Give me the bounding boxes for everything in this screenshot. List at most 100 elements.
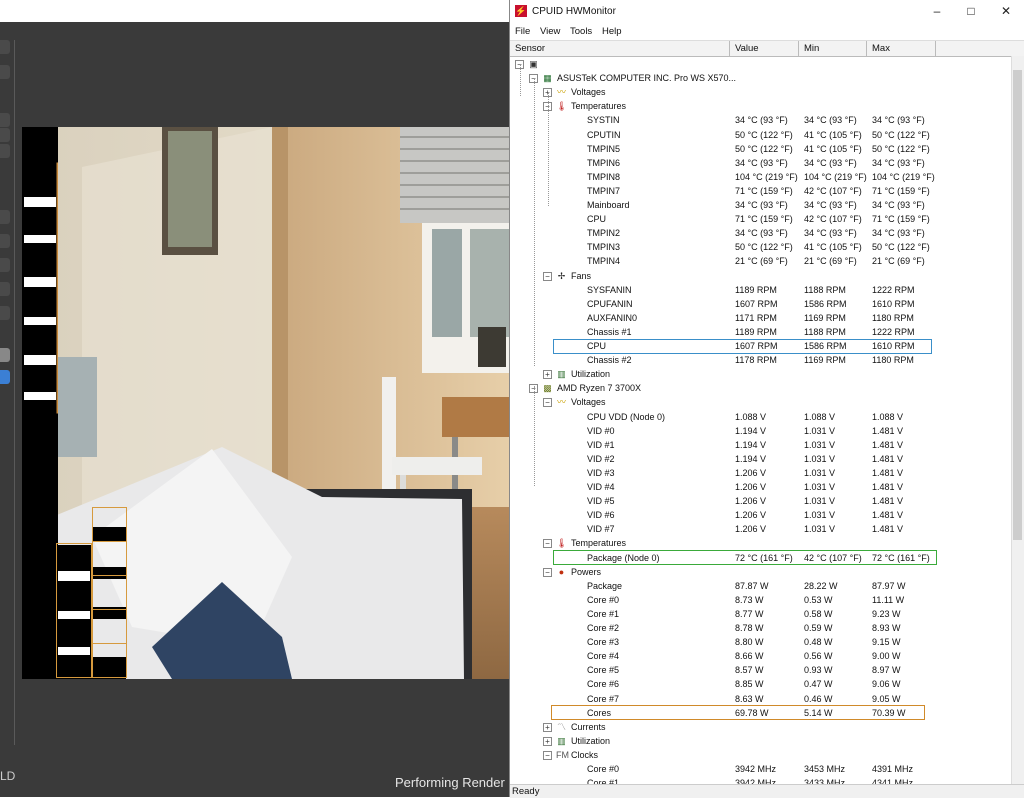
sensor-label: Core #6 — [587, 679, 620, 690]
tool-button[interactable] — [0, 306, 10, 320]
sensor-value: 1.088 V — [735, 411, 767, 422]
tool-button[interactable] — [0, 65, 10, 79]
sensor-tree[interactable]: − ▣ − ▦ ASUSTeK COMPUTER INC. Pro WS X570...… — [510, 56, 1011, 784]
collapse-icon[interactable]: − — [543, 750, 552, 760]
sensor-row[interactable]: CPU VDD (Node 0) 1.088 V 1.088 V 1.088 V — [510, 410, 1011, 424]
sensor-label: Temperatures — [571, 101, 627, 112]
sensor-row[interactable]: TMPIN2 34 °C (93 °F) 34 °C (93 °F) 34 °C (9… — [510, 226, 1011, 240]
category-row[interactable]: − 🌡 Temperatures — [510, 99, 1011, 113]
sensor-row[interactable]: TMPIN6 34 °C (93 °F) 34 °C (93 °F) 34 °C (9… — [510, 156, 1011, 170]
sensor-min: 34 °C (93 °F) — [804, 200, 857, 210]
collapse-icon[interactable]: − — [543, 567, 552, 577]
sensor-row[interactable]: TMPIN4 21 °C (69 °F) 21 °C (69 °F) 21 °C (6… — [510, 254, 1011, 268]
column-sensor[interactable]: Sensor — [515, 43, 545, 55]
sensor-min: 1.031 V — [804, 482, 836, 492]
sensor-row[interactable]: Cores 69.78 W 5.14 W 70.39 W — [510, 706, 1011, 720]
sensor-row[interactable]: Core #0 3942 MHz 3453 MHz 4391 MHz — [510, 762, 1011, 776]
collapse-icon[interactable]: − — [543, 539, 552, 549]
category-row[interactable]: − 〰 Voltages — [510, 395, 1011, 409]
category-row[interactable]: + ▥ Utilization — [510, 367, 1011, 381]
sensor-row[interactable]: AUXFANIN0 1171 RPM 1169 RPM 1180 RPM — [510, 311, 1011, 325]
collapse-icon[interactable]: − — [543, 271, 552, 281]
status-bar: Ready — [510, 784, 1024, 798]
sensor-row[interactable]: VID #0 1.194 V 1.031 V 1.481 V — [510, 424, 1011, 438]
sensor-row[interactable]: TMPIN3 50 °C (122 °F) 41 °C (105 °F) 50 °C … — [510, 240, 1011, 254]
sensor-row[interactable]: Core #4 8.66 W 0.56 W 9.00 W — [510, 649, 1011, 663]
column-max[interactable]: Max — [872, 43, 890, 55]
sensor-row[interactable]: CPU 1607 RPM 1586 RPM 1610 RPM — [510, 339, 1011, 353]
tool-button[interactable] — [0, 234, 10, 248]
title-bar[interactable]: ⚡ CPUID HWMonitor – □ ✕ — [510, 0, 1024, 23]
check-icon[interactable] — [0, 144, 10, 158]
sensor-row[interactable]: SYSFANIN 1189 RPM 1188 RPM 1222 RPM — [510, 283, 1011, 297]
sensor-row[interactable]: Core #5 8.57 W 0.93 W 8.97 W — [510, 663, 1011, 677]
sensor-row[interactable]: Chassis #1 1189 RPM 1188 RPM 1222 RPM — [510, 325, 1011, 339]
menu-help[interactable]: Help — [602, 26, 622, 37]
sensor-row[interactable]: Package 87.87 W 28.22 W 87.97 W — [510, 579, 1011, 593]
sensor-row[interactable]: Package (Node 0) 72 °C (161 °F) 42 °C (107… — [510, 551, 1011, 565]
expand-icon[interactable]: + — [543, 722, 552, 732]
sensor-row[interactable]: Core #7 8.63 W 0.46 W 9.05 W — [510, 692, 1011, 706]
menu-tools[interactable]: Tools — [570, 26, 592, 37]
device-row[interactable]: − ▩ AMD Ryzen 7 3700X — [510, 381, 1011, 395]
maximize-button[interactable]: □ — [956, 3, 986, 20]
sensor-row[interactable]: VID #1 1.194 V 1.031 V 1.481 V — [510, 438, 1011, 452]
close-button[interactable]: ✕ — [991, 3, 1021, 20]
sensor-max: 34 °C (93 °F) — [872, 115, 925, 126]
category-row[interactable]: − 🌡 Temperatures — [510, 536, 1011, 550]
voltage-icon: 〰 — [556, 87, 566, 98]
scrollbar-thumb[interactable] — [1013, 70, 1022, 540]
sensor-row[interactable]: Core #6 8.85 W 0.47 W 9.06 W — [510, 677, 1011, 691]
sensor-max: 1180 RPM — [872, 312, 914, 323]
device-row[interactable]: − ▦ ASUSTeK COMPUTER INC. Pro WS X570... — [510, 71, 1011, 85]
sensor-row[interactable]: Core #1 3942 MHz 3433 MHz 4341 MHz — [510, 776, 1011, 784]
sensor-row[interactable]: TMPIN7 71 °C (159 °F) 42 °C (107 °F) 71 °C … — [510, 184, 1011, 198]
tool-button[interactable] — [0, 282, 10, 296]
sensor-row[interactable]: VID #4 1.206 V 1.031 V 1.481 V — [510, 480, 1011, 494]
tree-guide-line — [520, 64, 521, 96]
column-min[interactable]: Min — [804, 43, 819, 55]
tool-button[interactable] — [0, 113, 10, 127]
sensor-row[interactable]: VID #5 1.206 V 1.031 V 1.481 V — [510, 494, 1011, 508]
sensor-row[interactable]: Core #2 8.78 W 0.59 W 8.93 W — [510, 621, 1011, 635]
category-row[interactable]: + 〰 Voltages — [510, 85, 1011, 99]
sensor-row[interactable]: Core #1 8.77 W 0.58 W 9.23 W — [510, 607, 1011, 621]
minimize-button[interactable]: – — [922, 3, 952, 20]
sensor-row[interactable]: Core #3 8.80 W 0.48 W 9.15 W — [510, 635, 1011, 649]
column-value[interactable]: Value — [735, 43, 759, 55]
sensor-row[interactable]: VID #2 1.194 V 1.031 V 1.481 V — [510, 452, 1011, 466]
sensor-row[interactable]: TMPIN8 104 °C (219 °F) 104 °C (219 °F) 104 … — [510, 170, 1011, 184]
sensor-row[interactable]: Mainboard 34 °C (93 °F) 34 °C (93 °F) 34 °C… — [510, 198, 1011, 212]
sensor-row[interactable]: TMPIN5 50 °C (122 °F) 41 °C (105 °F) 50 °C … — [510, 142, 1011, 156]
category-row[interactable]: + ▥ Utilization — [510, 734, 1011, 748]
menu-view[interactable]: View — [540, 26, 560, 37]
sensor-row[interactable]: SYSTIN 34 °C (93 °F) 34 °C (93 °F) 34 °C (9… — [510, 113, 1011, 127]
collapse-icon[interactable]: − — [543, 398, 552, 408]
tool-button[interactable] — [0, 40, 10, 54]
tool-button[interactable] — [0, 348, 10, 362]
expand-icon[interactable]: + — [543, 736, 552, 746]
category-row[interactable]: − FM Clocks — [510, 748, 1011, 762]
sensor-row[interactable]: CPU 71 °C (159 °F) 42 °C (107 °F) 71 °C (15… — [510, 212, 1011, 226]
sensor-row[interactable]: VID #3 1.206 V 1.031 V 1.481 V — [510, 466, 1011, 480]
tool-button-active[interactable] — [0, 370, 10, 384]
expand-icon[interactable]: + — [543, 370, 552, 380]
category-row[interactable]: + 〽 Currents — [510, 720, 1011, 734]
tool-button[interactable] — [0, 210, 10, 224]
sensor-row[interactable]: CPUFANIN 1607 RPM 1586 RPM 1610 RPM — [510, 297, 1011, 311]
tool-button[interactable] — [0, 258, 10, 272]
category-row[interactable]: − ● Powers — [510, 565, 1011, 579]
sensor-row[interactable]: VID #6 1.206 V 1.031 V 1.481 V — [510, 508, 1011, 522]
check-icon[interactable] — [0, 128, 10, 142]
sensor-row[interactable]: CPUTIN 50 °C (122 °F) 41 °C (105 °F) 50 °C … — [510, 128, 1011, 142]
category-row[interactable]: − ✢ Fans — [510, 269, 1011, 283]
sensor-row[interactable]: VID #7 1.206 V 1.031 V 1.481 V — [510, 522, 1011, 536]
root-row[interactable]: − ▣ — [510, 57, 1011, 71]
sensor-label: Voltages — [571, 397, 606, 408]
sensor-row[interactable]: Chassis #2 1178 RPM 1169 RPM 1180 RPM — [510, 353, 1011, 367]
menu-file[interactable]: File — [515, 26, 530, 37]
tree-guide-line — [548, 92, 549, 206]
sensor-row[interactable]: Core #0 8.73 W 0.53 W 11.11 W — [510, 593, 1011, 607]
sensor-value: 8.80 W — [735, 637, 764, 648]
sensor-min: 104 °C (219 °F) — [804, 171, 867, 182]
